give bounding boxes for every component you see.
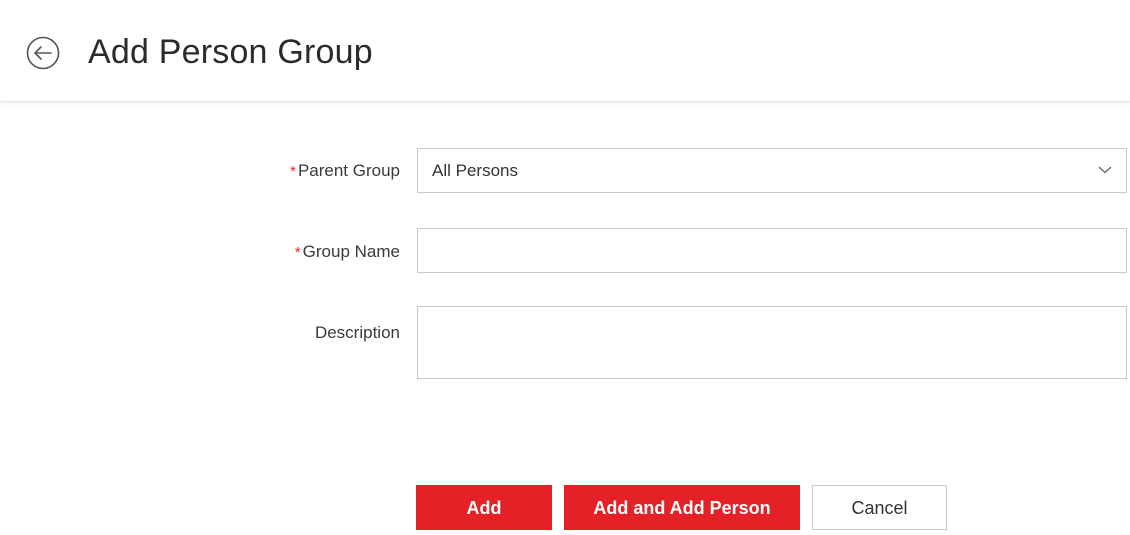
group-name-input[interactable] bbox=[417, 228, 1127, 273]
required-marker: * bbox=[294, 244, 301, 261]
parent-group-label-text: Parent Group bbox=[297, 161, 400, 180]
description-row: Description bbox=[0, 306, 1130, 379]
group-name-label-text: Group Name bbox=[302, 242, 400, 261]
description-label: Description bbox=[314, 323, 400, 342]
add-and-add-person-button[interactable]: Add and Add Person bbox=[564, 485, 800, 530]
back-arrow-circle-icon bbox=[26, 36, 60, 70]
description-textarea[interactable] bbox=[417, 306, 1127, 379]
cancel-button[interactable]: Cancel bbox=[812, 485, 947, 530]
add-button[interactable]: Add bbox=[416, 485, 552, 530]
required-marker: * bbox=[290, 163, 296, 180]
parent-group-selected-value: All Persons bbox=[432, 161, 518, 180]
parent-group-label: * Parent Group bbox=[290, 160, 400, 183]
back-button[interactable] bbox=[26, 36, 60, 70]
page-title: Add Person Group bbox=[88, 33, 373, 71]
add-person-group-page: Add Person Group * Parent Group All Perso… bbox=[0, 0, 1130, 535]
group-name-label: * Group Name bbox=[295, 241, 400, 264]
parent-group-row: * Parent Group All Persons bbox=[0, 148, 1130, 193]
chevron-down-icon bbox=[1098, 166, 1112, 174]
page-header: Add Person Group bbox=[0, 0, 1130, 102]
group-name-row: * Group Name bbox=[0, 228, 1130, 273]
parent-group-select[interactable]: All Persons bbox=[417, 148, 1127, 193]
